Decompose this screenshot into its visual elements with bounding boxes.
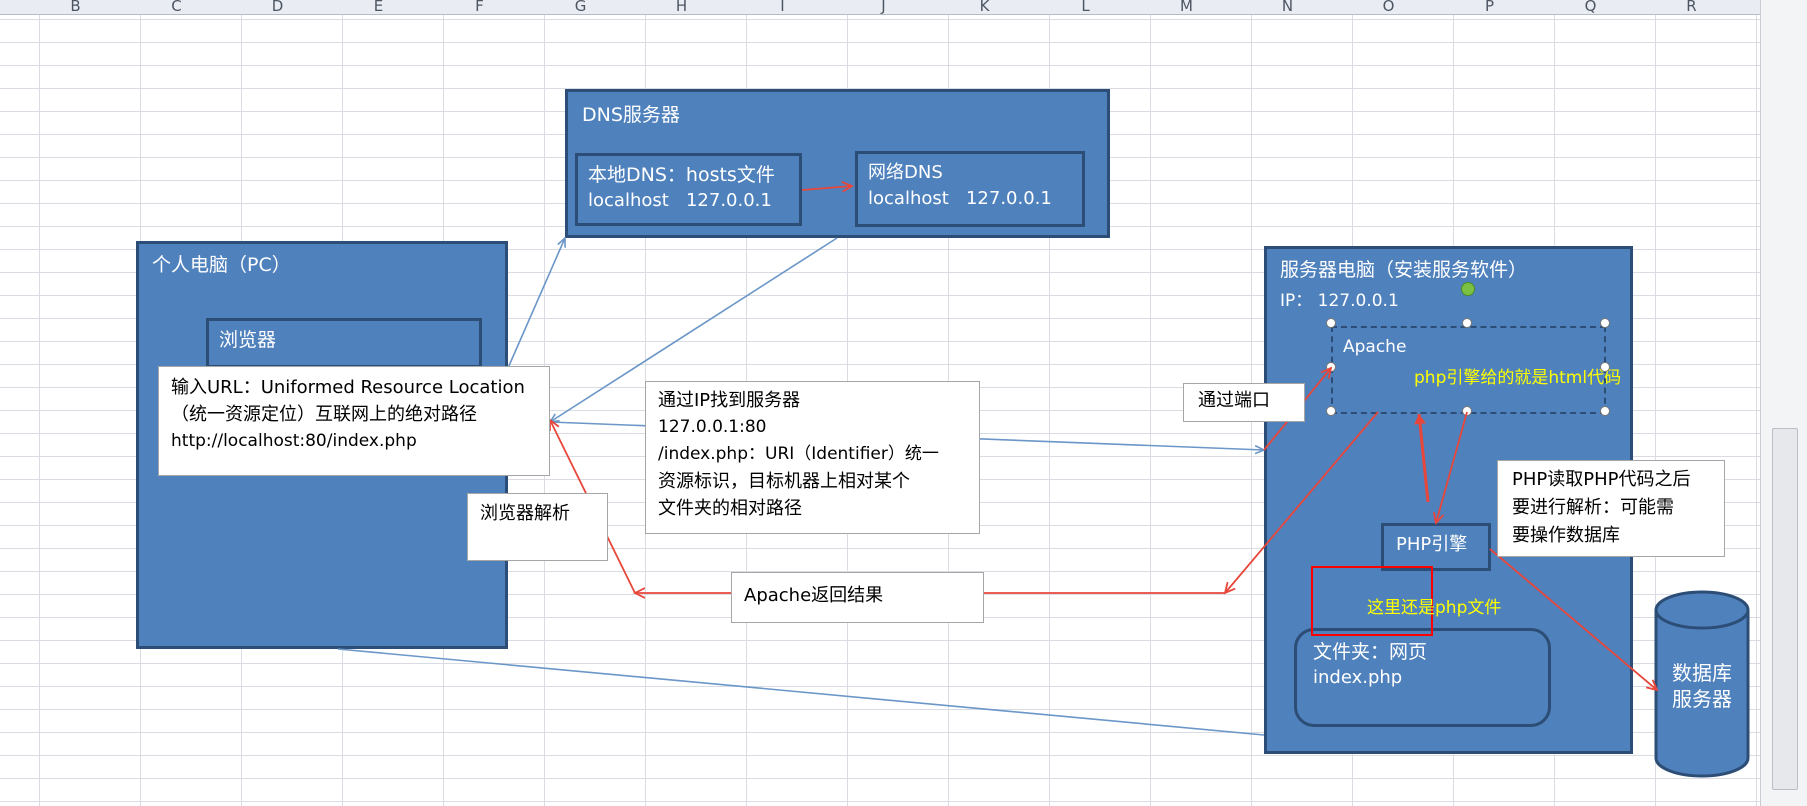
column-header[interactable]: R [1641, 0, 1742, 15]
php-note-line2: 要进行解析：可能需 [1512, 497, 1674, 518]
selection-handle[interactable] [1600, 406, 1610, 416]
apache-return-label: Apache返回结果 [744, 585, 884, 606]
column-header[interactable]: I [732, 0, 833, 15]
selection-handle[interactable] [1326, 318, 1336, 328]
ip-note-line2: 127.0.0.1:80 [658, 417, 767, 437]
database-server-shape[interactable]: 数据库 服务器 [1652, 586, 1752, 786]
column-header[interactable]: L [1035, 0, 1136, 15]
url-note[interactable]: 输入URL：Uniformed Resource Location （统一资源定… [158, 366, 550, 476]
selection-handle[interactable] [1600, 362, 1610, 372]
browser-label: 浏览器 [219, 329, 277, 351]
column-header[interactable]: K [934, 0, 1035, 15]
selection-handle[interactable] [1326, 362, 1336, 372]
column-header[interactable]: F [429, 0, 530, 15]
url-note-line1: 输入URL：Uniformed Resource Location [171, 377, 525, 398]
dns-server-box[interactable]: DNS服务器 本地DNS：hosts文件 localhost 127.0.0.1… [565, 89, 1110, 238]
column-header[interactable]: N [1237, 0, 1338, 15]
column-header[interactable]: G [530, 0, 631, 15]
column-header[interactable]: O [1338, 0, 1439, 15]
ip-note-line4: 资源标识，目标机器上相对某个 [658, 471, 910, 492]
scrollbar-thumb[interactable] [1772, 428, 1798, 790]
column-header[interactable]: C [126, 0, 227, 15]
selection-handle[interactable] [1462, 318, 1472, 328]
database-line1: 数据库 [1672, 661, 1732, 685]
network-dns-box[interactable]: 网络DNS localhost 127.0.0.1 [855, 151, 1085, 227]
apache-note: php引擎给的就是html代码 [1414, 368, 1622, 388]
network-dns-line1: 网络DNS [868, 162, 943, 183]
folder-line1: 文件夹：网页 [1313, 641, 1428, 663]
php-note-line1: PHP读取PHP代码之后 [1512, 469, 1691, 490]
column-header[interactable]: E [328, 0, 429, 15]
database-line2: 服务器 [1672, 687, 1732, 711]
vertical-scrollbar[interactable] [1760, 0, 1807, 806]
local-dns-line2: localhost 127.0.0.1 [588, 190, 772, 211]
folder-line2: index.php [1313, 667, 1403, 688]
column-header[interactable]: B [25, 0, 126, 15]
still-php-note: 这里还是php文件 [1367, 598, 1502, 618]
url-note-line3: http://localhost:80/index.php [171, 431, 417, 451]
folder-box[interactable]: 文件夹：网页 index.php [1294, 628, 1551, 727]
ip-note-line5: 文件夹的相对路径 [658, 498, 802, 519]
php-note-line3: 要操作数据库 [1512, 525, 1620, 546]
browser-parse-note[interactable]: 浏览器解析 [467, 493, 608, 561]
ip-note[interactable]: 通过IP找到服务器 127.0.0.1:80 /index.php：URI（Id… [645, 381, 980, 534]
server-ip: IP： 127.0.0.1 [1280, 291, 1399, 311]
ip-note-line1: 通过IP找到服务器 [658, 390, 801, 411]
server-title: 服务器电脑（安装服务软件） [1280, 259, 1528, 281]
selection-handle[interactable] [1462, 406, 1472, 416]
local-dns-box[interactable]: 本地DNS：hosts文件 localhost 127.0.0.1 [575, 153, 802, 226]
port-note[interactable]: 通过端口 [1183, 383, 1305, 422]
ip-note-line3: /index.php：URI（Identifier）统一 [658, 444, 939, 464]
column-header[interactable]: J [833, 0, 934, 15]
local-dns-line1: 本地DNS：hosts文件 [588, 164, 775, 186]
dns-server-title: DNS服务器 [582, 104, 680, 126]
url-note-line2: （统一资源定位）互联网上的绝对路径 [171, 404, 477, 425]
selection-handle[interactable] [1600, 318, 1610, 328]
selection-handle[interactable] [1326, 406, 1336, 416]
column-header-bar: B C D E F G H I J K L M N O P Q R [0, 0, 1760, 15]
php-note[interactable]: PHP读取PHP代码之后 要进行解析：可能需 要操作数据库 [1497, 460, 1725, 557]
php-engine-box[interactable]: PHP引擎 [1381, 523, 1491, 571]
column-header[interactable]: Q [1540, 0, 1641, 15]
rotation-handle[interactable] [1461, 282, 1475, 296]
network-dns-line2: localhost 127.0.0.1 [868, 188, 1052, 209]
apache-return-note[interactable]: Apache返回结果 [731, 572, 984, 623]
browser-parse-label: 浏览器解析 [480, 503, 570, 524]
php-engine-label: PHP引擎 [1396, 534, 1468, 555]
column-header[interactable]: H [631, 0, 732, 15]
column-header[interactable]: P [1439, 0, 1540, 15]
column-header[interactable]: D [227, 0, 328, 15]
column-header[interactable]: M [1136, 0, 1237, 15]
pc-title: 个人电脑（PC） [152, 254, 291, 276]
browser-box[interactable]: 浏览器 [206, 318, 482, 368]
apache-label: Apache [1343, 337, 1407, 357]
port-label: 通过端口 [1198, 390, 1270, 411]
